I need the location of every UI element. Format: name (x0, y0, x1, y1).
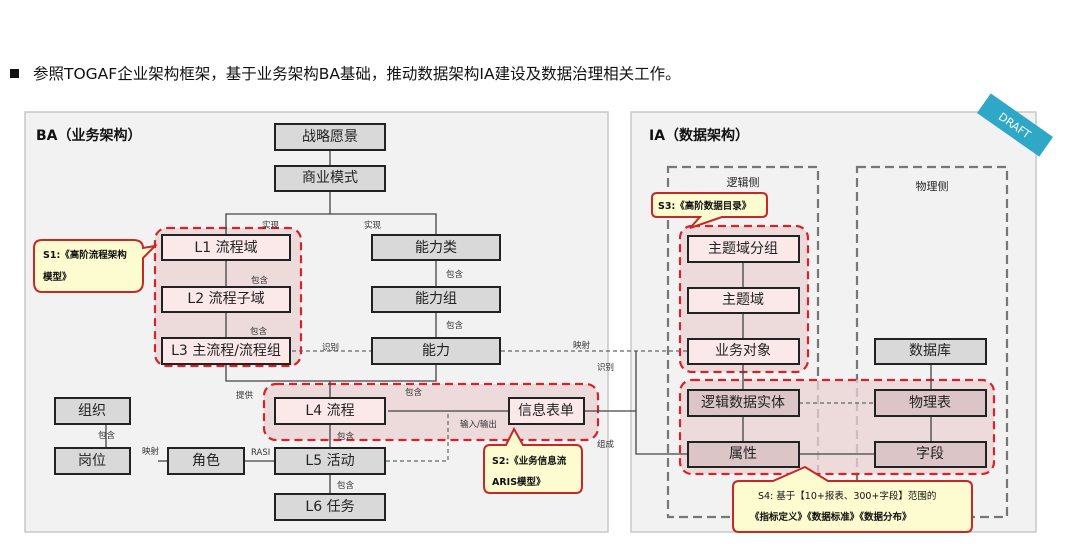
node-l4[interactable]: L4 流程 (274, 397, 386, 425)
callout-s2-line1: S2:《业务信息流 (492, 455, 567, 467)
node-label: L5 活动 (305, 453, 354, 469)
callout-s4-line2: 《指标定义》《数据标准》《数据分布》 (750, 511, 912, 523)
node-l1[interactable]: L1 流程域 (161, 234, 291, 261)
node-physical-table[interactable]: 物理表 (874, 389, 987, 417)
node-strategy[interactable]: 战略愿景 (274, 123, 386, 151)
node-logical-entity[interactable]: 逻辑数据实体 (687, 389, 800, 417)
callout-s4-line1: S4: 基于【10+报表、300+字段】范围的 (758, 490, 936, 502)
node-label: 属性 (729, 446, 757, 462)
node-l2[interactable]: L2 流程子域 (161, 286, 291, 313)
label-contain-cg-c: 包含 (446, 320, 464, 331)
label-contain-l1-l2: 包含 (251, 275, 269, 286)
label-provide: 提供 (236, 390, 254, 401)
node-capability-class[interactable]: 能力类 (371, 234, 501, 261)
node-subject-group[interactable]: 主题域分组 (687, 235, 800, 263)
node-label: 数据库 (909, 343, 951, 359)
callout-s3-text: S3:《高阶数据目录》 (658, 200, 751, 212)
callout-s1-line2: 模型》 (43, 271, 72, 283)
architecture-diagram: BA（业务架构） IA（数据架构） DRAFT 逻辑侧 物理侧 战略愿景 商业模… (24, 93, 1054, 533)
node-business-model[interactable]: 商业模式 (274, 165, 386, 192)
node-capability-group[interactable]: 能力组 (371, 286, 501, 313)
node-label: L1 流程域 (194, 240, 257, 256)
label-contain-l2-l3: 包含 (250, 326, 268, 337)
callout-s2-line2: ARIS模型》 (492, 476, 546, 488)
node-label: 战略愿景 (302, 129, 358, 145)
node-label: L3 主流程/流程组 (171, 343, 281, 359)
node-business-object[interactable]: 业务对象 (687, 338, 800, 365)
label-contain-l5-l6: 包含 (337, 480, 355, 491)
callout-s1-line1: S1:《高阶流程架构 (43, 249, 127, 261)
node-label: L6 任务 (305, 499, 354, 515)
label-contain-l4: 包含 (405, 387, 423, 398)
label-compose-cross: 组成 (597, 439, 615, 450)
node-label: 组织 (78, 403, 106, 419)
ba-title: BA（业务架构） (36, 127, 142, 144)
node-role[interactable]: 角色 (167, 447, 245, 475)
node-post[interactable]: 岗位 (54, 447, 131, 475)
logical-side-title: 逻辑侧 (727, 175, 760, 189)
node-label: 能力类 (415, 240, 457, 256)
node-label: 角色 (192, 452, 220, 469)
label-map-cross: 映射 (573, 340, 591, 351)
label-identify-cross: 识别 (597, 363, 614, 373)
physical-side-title: 物理侧 (916, 179, 949, 193)
node-label: 主题域分组 (708, 241, 778, 257)
node-database[interactable]: 数据库 (874, 338, 987, 365)
node-l3[interactable]: L3 主流程/流程组 (161, 337, 291, 365)
node-label: 商业模式 (302, 170, 358, 186)
label-map-post-role: 映射 (142, 446, 160, 457)
node-attribute[interactable]: 属性 (687, 441, 800, 468)
label-rasi: RASI (251, 448, 270, 458)
label-contain-org-post: 包含 (98, 430, 116, 441)
node-capability[interactable]: 能力 (371, 337, 501, 365)
node-label: 能力 (422, 343, 450, 359)
node-org[interactable]: 组织 (54, 397, 131, 425)
node-l6[interactable]: L6 任务 (274, 493, 386, 521)
ia-title: IA（数据架构） (649, 127, 749, 144)
callout-s1: S1:《高阶流程架构 模型》 (33, 239, 158, 293)
node-label: 逻辑数据实体 (701, 395, 785, 411)
node-field[interactable]: 字段 (874, 441, 987, 468)
node-subject[interactable]: 主题域 (687, 287, 800, 314)
label-realize-right: 实现 (364, 220, 382, 231)
label-io: 输入/输出 (460, 419, 497, 430)
label-contain-l4-l5: 包含 (337, 431, 355, 442)
node-l5[interactable]: L5 活动 (274, 447, 386, 475)
label-realize-left: 实现 (262, 220, 280, 231)
label-contain-cc-cg: 包含 (446, 269, 464, 280)
node-label: 业务对象 (715, 343, 771, 359)
label-identify: 识别 (322, 343, 339, 353)
node-label: 字段 (916, 446, 944, 462)
node-label: L4 流程 (305, 403, 354, 419)
node-label: L2 流程子域 (187, 291, 264, 307)
node-label: 能力组 (415, 291, 457, 307)
node-label: 信息表单 (518, 402, 574, 419)
node-label: 岗位 (78, 453, 106, 469)
node-info-form[interactable]: 信息表单 (508, 397, 585, 425)
node-label: 物理表 (909, 395, 951, 411)
node-label: 主题域 (722, 292, 764, 308)
